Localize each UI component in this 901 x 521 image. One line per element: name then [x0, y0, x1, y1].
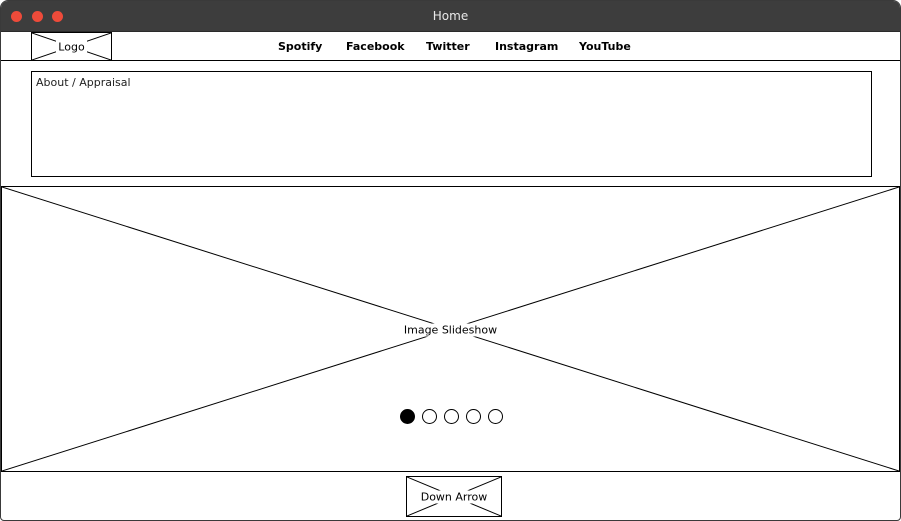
slideshow-dot-5[interactable] [487, 409, 503, 424]
title-bar: Home [1, 1, 900, 32]
about-appraisal-label: About / Appraisal [36, 76, 131, 89]
image-slideshow[interactable]: Image Slideshow [1, 186, 900, 472]
slideshow-label: Image Slideshow [401, 323, 500, 337]
down-arrow-button[interactable]: Down Arrow [406, 476, 502, 517]
logo[interactable]: Logo [31, 32, 112, 61]
slideshow-dot-4[interactable] [465, 409, 481, 424]
logo-label: Logo [56, 40, 87, 53]
nav-link-facebook[interactable]: Facebook [346, 40, 405, 53]
nav-link-instagram[interactable]: Instagram [495, 40, 558, 53]
app-window: Home Logo Spotify Facebook Twitter Insta… [0, 0, 901, 521]
about-appraisal-section: About / Appraisal [31, 71, 872, 177]
nav-link-twitter[interactable]: Twitter [426, 40, 470, 53]
nav-link-spotify[interactable]: Spotify [278, 40, 322, 53]
slideshow-dot-1[interactable] [399, 409, 415, 424]
top-navigation-bar: Logo Spotify Facebook Twitter Instagram … [1, 31, 900, 61]
down-arrow-label: Down Arrow [418, 490, 490, 503]
slideshow-pagination [1, 409, 900, 427]
window-title: Home [432, 9, 469, 23]
slideshow-dot-3[interactable] [443, 409, 459, 424]
nav-link-youtube[interactable]: YouTube [579, 40, 631, 53]
slideshow-dot-2[interactable] [421, 409, 437, 424]
